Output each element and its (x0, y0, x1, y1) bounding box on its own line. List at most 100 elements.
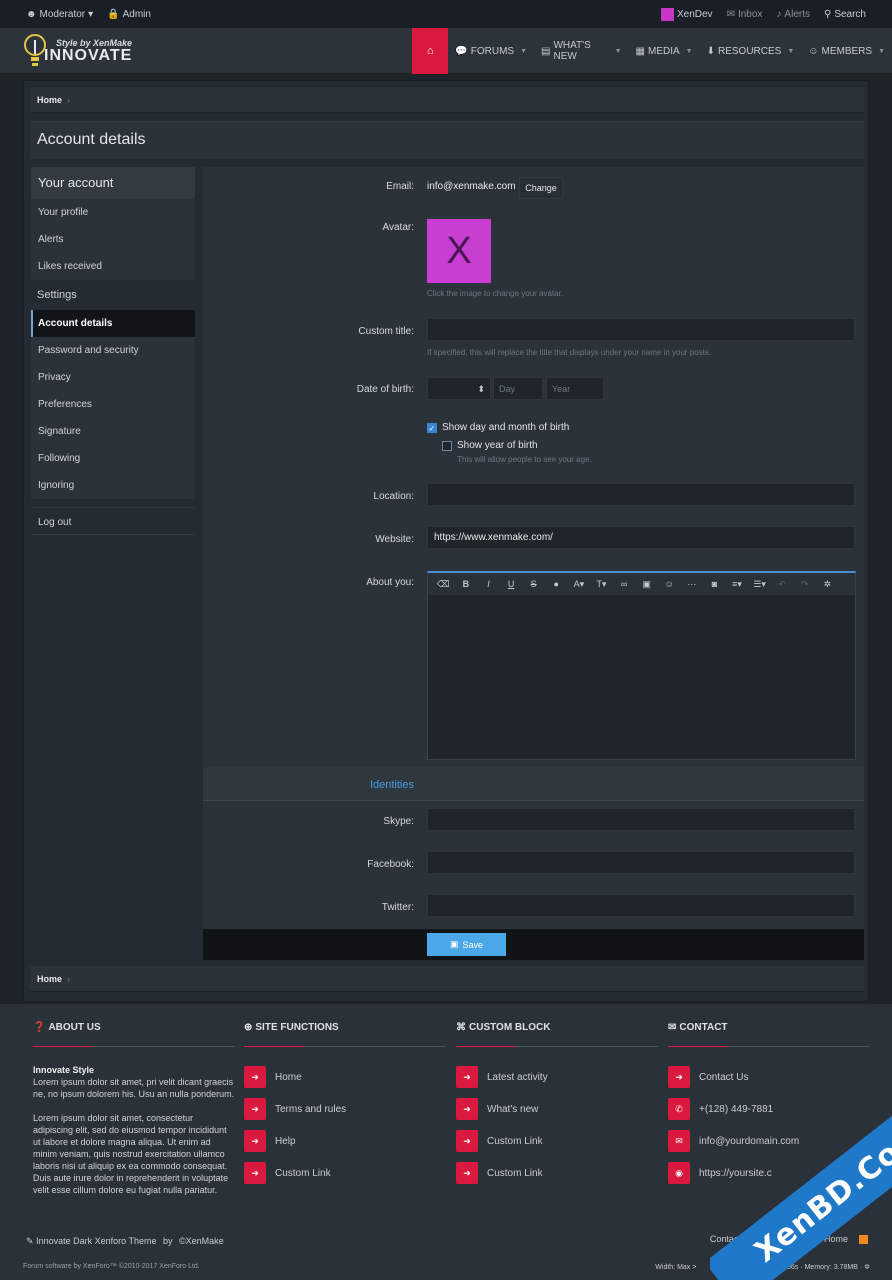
footer-email[interactable]: ✉ info@yourdomain.com (668, 1125, 870, 1157)
footer-link-home[interactable]: ➜ Home (244, 1061, 446, 1093)
font-family-icon[interactable]: A▾ (568, 579, 591, 590)
phone-icon: ✆ (668, 1098, 690, 1120)
footer-link-whats-new[interactable]: ➜ What's new (456, 1093, 658, 1125)
eraser-icon[interactable]: ⌫ (432, 579, 455, 590)
show-year-checkbox[interactable]: Show year of birth (442, 440, 538, 451)
font-size-icon[interactable]: T▾ (590, 579, 613, 590)
link-icon[interactable]: ∞ (613, 579, 636, 589)
inbox-link[interactable]: ✉ Inbox (727, 9, 763, 20)
footer-bottom-links: Contact us rules Help Home (710, 1234, 868, 1244)
skype-input[interactable] (427, 808, 855, 831)
sidebar-item-account-details[interactable]: Account details (31, 310, 195, 337)
caret-icon: ▼ (878, 47, 885, 55)
footer-bottom-contact[interactable]: Contact us (710, 1234, 753, 1244)
footer-link-help[interactable]: ➜ Help (244, 1125, 446, 1157)
footer-bottom-home[interactable]: Home (824, 1234, 848, 1244)
download-icon: ⬇ (706, 45, 715, 57)
sidebar-item-your-profile[interactable]: Your profile (31, 199, 195, 226)
footer-link-latest-activity[interactable]: ➜ Latest activity (456, 1061, 658, 1093)
search-link[interactable]: ⚲ Search (824, 9, 866, 20)
updown-icon: ⬍ (477, 384, 485, 394)
sidebar-item-likes-received[interactable]: Likes received (31, 253, 195, 280)
avatar[interactable]: X (427, 219, 491, 283)
skype-label: Skype: (383, 816, 414, 827)
nav-media[interactable]: ▦ MEDIA ▼ (629, 28, 700, 74)
camera-icon[interactable]: ◙ (703, 579, 726, 589)
nav-forums[interactable]: 💬 FORUMS ▼ (448, 28, 534, 74)
footer-link-custom-2[interactable]: ➜ Custom Link (456, 1157, 658, 1189)
nav-whats-new[interactable]: ▤ WHAT'S NEW ▼ (534, 28, 629, 74)
avatar-label: Avatar: (382, 222, 415, 233)
image-icon[interactable]: ▣ (635, 579, 658, 590)
sidebar-item-ignoring[interactable]: Ignoring (31, 472, 195, 499)
caret-icon: ▼ (685, 47, 693, 55)
nav-home[interactable]: ⌂ (412, 28, 449, 74)
redo-icon[interactable]: ↷ (794, 579, 817, 590)
caret-icon: ▾ (88, 8, 94, 20)
comments-icon: 💬 (455, 45, 468, 57)
breadcrumb-home[interactable]: Home (37, 974, 62, 984)
about-editor[interactable]: ⌫ B I U S ● A▾ T▾ ∞ ▣ ☺ ⋯ ◙ ≡▾ ☰▾ ↶ ↷ ✲ (427, 571, 856, 760)
website-input[interactable]: https://www.xenmake.com/ (427, 526, 855, 549)
footer-bottom-help[interactable]: Help (794, 1234, 813, 1244)
breadcrumb-home[interactable]: Home (37, 95, 62, 105)
dob-month-select[interactable]: ⬍ (427, 377, 491, 400)
facebook-label: Facebook: (367, 859, 414, 870)
sidebar-item-privacy[interactable]: Privacy (31, 364, 195, 391)
footer-bottom-rules[interactable]: rules (764, 1234, 784, 1244)
identities-title: Identities (369, 779, 414, 791)
footer-link-custom[interactable]: ➜ Custom Link (244, 1157, 446, 1189)
moderator-menu[interactable]: ☻ Moderator ▾ (26, 9, 93, 20)
italic-icon[interactable]: I (477, 579, 500, 589)
color-icon[interactable]: ● (545, 579, 568, 589)
editor-toolbar: ⌫ B I U S ● A▾ T▾ ∞ ▣ ☺ ⋯ ◙ ≡▾ ☰▾ ↶ ↷ ✲ (428, 573, 855, 595)
rss-icon[interactable] (859, 1234, 868, 1244)
sidebar-item-following[interactable]: Following (31, 445, 195, 472)
page-container: Home › Account details Your account Your … (23, 80, 869, 1002)
custom-title-input[interactable] (427, 318, 855, 341)
show-day-month-checkbox[interactable]: ✓ Show day and month of birth (427, 422, 569, 433)
twitter-input[interactable] (427, 894, 855, 917)
newspaper-icon: ▤ (541, 45, 551, 57)
change-email-button[interactable]: Change (519, 177, 563, 199)
admin-link[interactable]: 🔒 Admin (107, 9, 151, 20)
caret-icon: ▼ (614, 47, 622, 55)
bold-icon[interactable]: B (455, 579, 478, 589)
facebook-input[interactable] (427, 851, 855, 874)
site-logo[interactable]: Style by XenMake INNOVATE (24, 30, 144, 72)
more-icon[interactable]: ⋯ (681, 579, 704, 590)
logo-name: INNOVATE (44, 47, 133, 64)
align-icon[interactable]: ≡▾ (726, 579, 749, 590)
strikethrough-icon[interactable]: S (522, 579, 545, 589)
location-input[interactable] (427, 483, 855, 506)
footer-custom-block: ⌘ CUSTOM BLOCK ➜ Latest activity ➜ What's n… (456, 1022, 658, 1189)
dob-day-input[interactable]: Day (493, 377, 543, 400)
list-icon[interactable]: ☰▾ (748, 579, 771, 590)
sidebar-item-preferences[interactable]: Preferences (31, 391, 195, 418)
smiley-icon[interactable]: ☺ (658, 579, 681, 589)
sidebar-item-alerts[interactable]: Alerts (31, 226, 195, 253)
nav-resources[interactable]: ⬇ RESOURCES ▼ (700, 28, 802, 74)
chevron-right-icon: › (67, 95, 71, 105)
footer-contact-us[interactable]: ➜ Contact Us (668, 1061, 870, 1093)
gear-icon[interactable]: ✲ (816, 579, 839, 590)
xendev-account[interactable]: XenDev (660, 7, 713, 21)
underline-icon[interactable]: U (500, 579, 523, 589)
sidebar-item-signature[interactable]: Signature (31, 418, 195, 445)
footer-link-terms[interactable]: ➜ Terms and rules (244, 1093, 446, 1125)
arrow-right-icon: ➜ (244, 1066, 266, 1088)
dob-year-input[interactable]: Year (546, 377, 604, 400)
footer-link-custom-1[interactable]: ➜ Custom Link (456, 1125, 658, 1157)
footer-contact: ✉ CONTACT ➜ Contact Us ✆ +(128) 449-7881 ✉ i… (668, 1022, 870, 1189)
undo-icon[interactable]: ↶ (771, 579, 794, 590)
nav-members[interactable]: ☺ MEMBERS ▼ (801, 28, 892, 74)
custom-title-label: Custom title: (358, 326, 414, 337)
save-button[interactable]: ▣ Save (427, 933, 506, 956)
footer-phone[interactable]: ✆ +(128) 449-7881 (668, 1093, 870, 1125)
footer-website[interactable]: ◉ https://yoursite.c (668, 1157, 870, 1189)
globe-icon: ◉ (668, 1162, 690, 1184)
arrow-right-icon: ➜ (244, 1098, 266, 1120)
sidebar-item-password-security[interactable]: Password and security (31, 337, 195, 364)
alerts-link[interactable]: ♪ Alerts (776, 9, 810, 20)
sidebar-item-log-out[interactable]: Log out (31, 507, 195, 535)
